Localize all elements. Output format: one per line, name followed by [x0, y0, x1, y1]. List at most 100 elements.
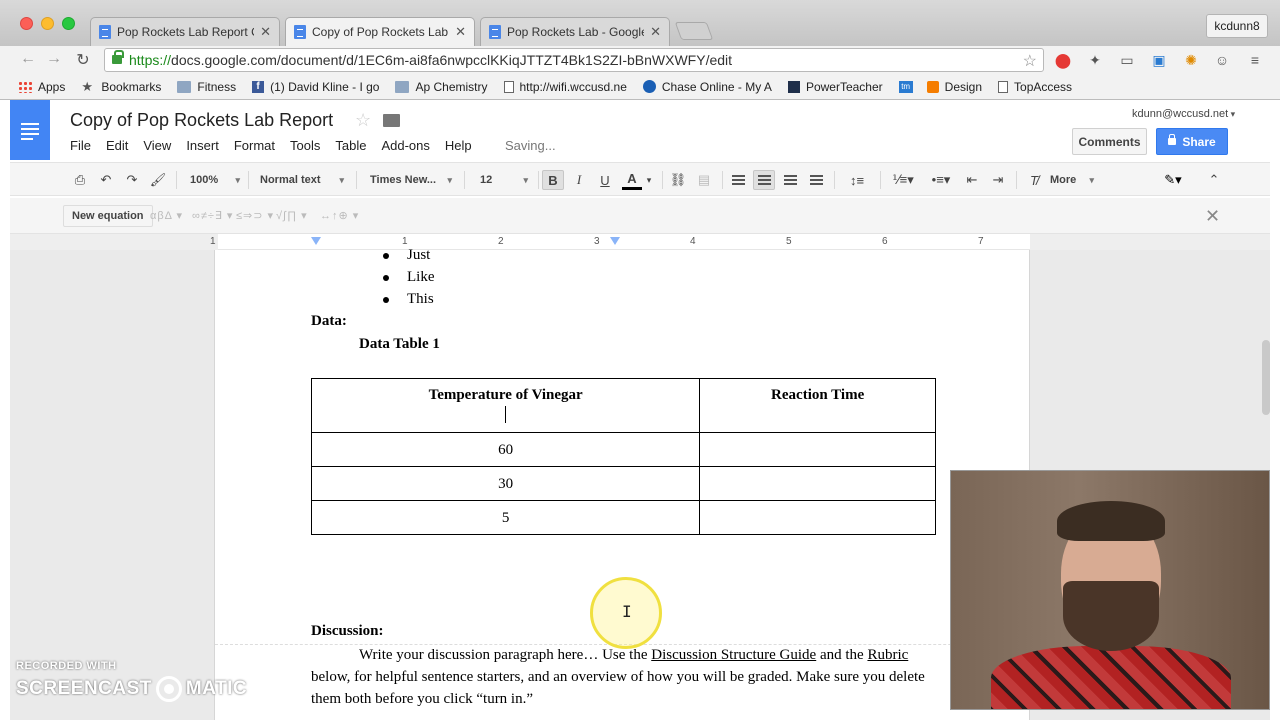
address-bar[interactable]: https://docs.google.com/document/d/1EC6m… [104, 48, 1044, 72]
profile-button[interactable]: kcdunn8 [1206, 14, 1268, 38]
print-icon[interactable]: ⎙ [70, 170, 90, 190]
menu-view[interactable]: View [143, 138, 171, 153]
browser-tab-3[interactable]: Pop Rockets Lab - Google D ✕ [480, 17, 670, 46]
bookmark-fitness[interactable]: Fitness [177, 80, 236, 94]
menu-edit[interactable]: Edit [106, 138, 128, 153]
puzzle-extension-icon[interactable]: ✦ [1086, 51, 1104, 69]
table-cell[interactable]: 5 [310, 500, 701, 535]
redo-icon[interactable]: ↷ [122, 170, 142, 190]
align-left-icon[interactable] [728, 170, 748, 190]
screenshot-extension-icon[interactable]: ▣ [1150, 51, 1168, 69]
menu-tools[interactable]: Tools [290, 138, 320, 153]
right-indent-marker[interactable] [610, 237, 620, 245]
undo-icon[interactable]: ↶ [96, 170, 116, 190]
arrows-menu[interactable]: ↔↑⊕ ▾ [320, 209, 359, 222]
move-to-folder-icon[interactable] [383, 114, 400, 127]
misc-operations-menu[interactable]: ∞≠÷∃ ▾ [192, 209, 233, 222]
math-operators-menu[interactable]: √∫∏ ▾ [276, 209, 308, 222]
relations-menu[interactable]: ≤⇒⊃ ▾ [236, 209, 274, 222]
line-spacing-icon[interactable]: ↕≡ [842, 170, 872, 190]
font-select[interactable]: Times New... [370, 170, 452, 190]
star-document-icon[interactable]: ☆ [355, 110, 371, 131]
zoom-select[interactable]: 100% [190, 170, 240, 190]
paragraph-style-select[interactable]: Normal text [260, 170, 344, 190]
discussion-paragraph[interactable]: Write your discussion paragraph here… Us… [311, 644, 931, 710]
gear-extension-icon[interactable]: ✺ [1182, 51, 1200, 69]
bookmark-facebook[interactable]: f (1) David Kline - I go [252, 80, 379, 94]
increase-indent-icon[interactable]: ⇥ [988, 170, 1008, 190]
browser-tab-2[interactable]: Copy of Pop Rockets Lab R ✕ [285, 17, 475, 46]
underline-button[interactable]: U [596, 170, 614, 190]
text-color-button[interactable]: A [622, 170, 642, 190]
tab-close-icon[interactable]: ✕ [650, 24, 661, 40]
menu-table[interactable]: Table [335, 138, 366, 153]
new-tab-button[interactable] [674, 22, 714, 40]
horizontal-ruler[interactable]: 1 1 2 3 4 5 6 7 [10, 234, 1270, 250]
account-email[interactable]: kdunn@wccusd.net [1132, 108, 1235, 120]
new-equation-button[interactable]: New equation [63, 205, 153, 227]
collapse-toolbar-icon[interactable]: ⌃ [1204, 170, 1224, 190]
menu-insert[interactable]: Insert [186, 138, 219, 153]
table-cell[interactable]: 30 [310, 466, 701, 501]
left-indent-marker[interactable] [311, 237, 321, 245]
comments-button[interactable]: Comments [1072, 128, 1147, 155]
insert-comment-icon[interactable]: ▤ [694, 170, 714, 190]
menu-help[interactable]: Help [445, 138, 472, 153]
data-table[interactable]: Temperature of Vinegar Reaction Time 60 … [310, 378, 936, 535]
menu-addons[interactable]: Add-ons [381, 138, 429, 153]
paint-format-icon[interactable]: 🖌 [148, 170, 168, 190]
discussion-guide-link[interactable]: Discussion Structure Guide [651, 647, 816, 663]
tab-close-icon[interactable]: ✕ [260, 24, 271, 40]
bookmark-design[interactable]: Design [926, 80, 982, 94]
more-button[interactable]: More [1050, 170, 1094, 190]
close-equation-toolbar-icon[interactable]: ✕ [1205, 206, 1220, 227]
menu-file[interactable]: File [70, 138, 91, 153]
reload-icon[interactable]: ↻ [73, 50, 93, 70]
rubric-link[interactable]: Rubric [867, 647, 908, 663]
menu-format[interactable]: Format [234, 138, 275, 153]
align-center-icon[interactable] [753, 170, 775, 190]
vertical-scrollbar[interactable] [1262, 340, 1270, 415]
bookmark-topaccess[interactable]: TopAccess [998, 80, 1072, 94]
decrease-indent-icon[interactable]: ⇤ [962, 170, 982, 190]
editing-mode-icon[interactable]: ✎▾ [1158, 170, 1188, 190]
bookmark-powerteacher[interactable]: PowerTeacher [787, 80, 883, 94]
numbered-list-icon[interactable]: ⅟≡▾ [886, 170, 920, 190]
bookmark-wifi[interactable]: http://wifi.wccusd.ne [503, 80, 627, 94]
font-size-select[interactable]: 12 [480, 170, 528, 190]
table-header-cell[interactable]: Temperature of Vinegar [310, 378, 701, 433]
bookmark-star-icon[interactable]: ☆ [1023, 51, 1037, 71]
bookmark-ap-chemistry[interactable]: Ap Chemistry [395, 80, 488, 94]
insert-link-icon[interactable]: ⛓ [668, 170, 688, 190]
window-zoom-button[interactable] [62, 17, 75, 30]
share-button[interactable]: Share [1156, 128, 1228, 155]
bookmark-tm[interactable]: tm [898, 80, 919, 93]
window-close-button[interactable] [20, 17, 33, 30]
bookmark-apps[interactable]: Apps [18, 80, 65, 94]
back-arrow-icon[interactable]: ← [18, 50, 38, 68]
tab-close-icon[interactable]: ✕ [455, 24, 466, 40]
bulleted-list-icon[interactable]: •≡▾ [924, 170, 958, 190]
table-cell[interactable]: 60 [310, 432, 701, 467]
text-color-dropdown-icon[interactable]: ▾ [644, 170, 654, 190]
chrome-menu-icon[interactable]: ≡ [1246, 51, 1264, 69]
bold-button[interactable]: B [542, 170, 564, 190]
ghost-extension-icon[interactable]: ☺ [1213, 51, 1231, 69]
document-page[interactable]: Just Like This Data: Data Table 1 Temper… [214, 247, 1031, 720]
bookmark-chase[interactable]: Chase Online - My A [642, 80, 772, 94]
align-right-icon[interactable] [780, 170, 800, 190]
cast-icon[interactable]: ▭ [1118, 51, 1136, 69]
table-header-cell[interactable]: Reaction Time [699, 378, 936, 433]
forward-arrow-icon[interactable]: → [44, 50, 64, 68]
table-cell[interactable] [699, 432, 936, 467]
table-cell[interactable] [699, 466, 936, 501]
table-cell[interactable] [699, 500, 936, 535]
window-minimize-button[interactable] [41, 17, 54, 30]
clear-formatting-icon[interactable]: T̸ [1024, 170, 1044, 190]
browser-tab-1[interactable]: Pop Rockets Lab Report Ou ✕ [90, 17, 280, 46]
italic-button[interactable]: I [570, 170, 588, 190]
bookmark-bookmarks[interactable]: ★ Bookmarks [81, 80, 161, 94]
greek-letters-menu[interactable]: αβΔ ▾ [150, 209, 183, 222]
justify-icon[interactable] [806, 170, 826, 190]
adblock-extension-icon[interactable]: ⬤ [1054, 51, 1072, 69]
